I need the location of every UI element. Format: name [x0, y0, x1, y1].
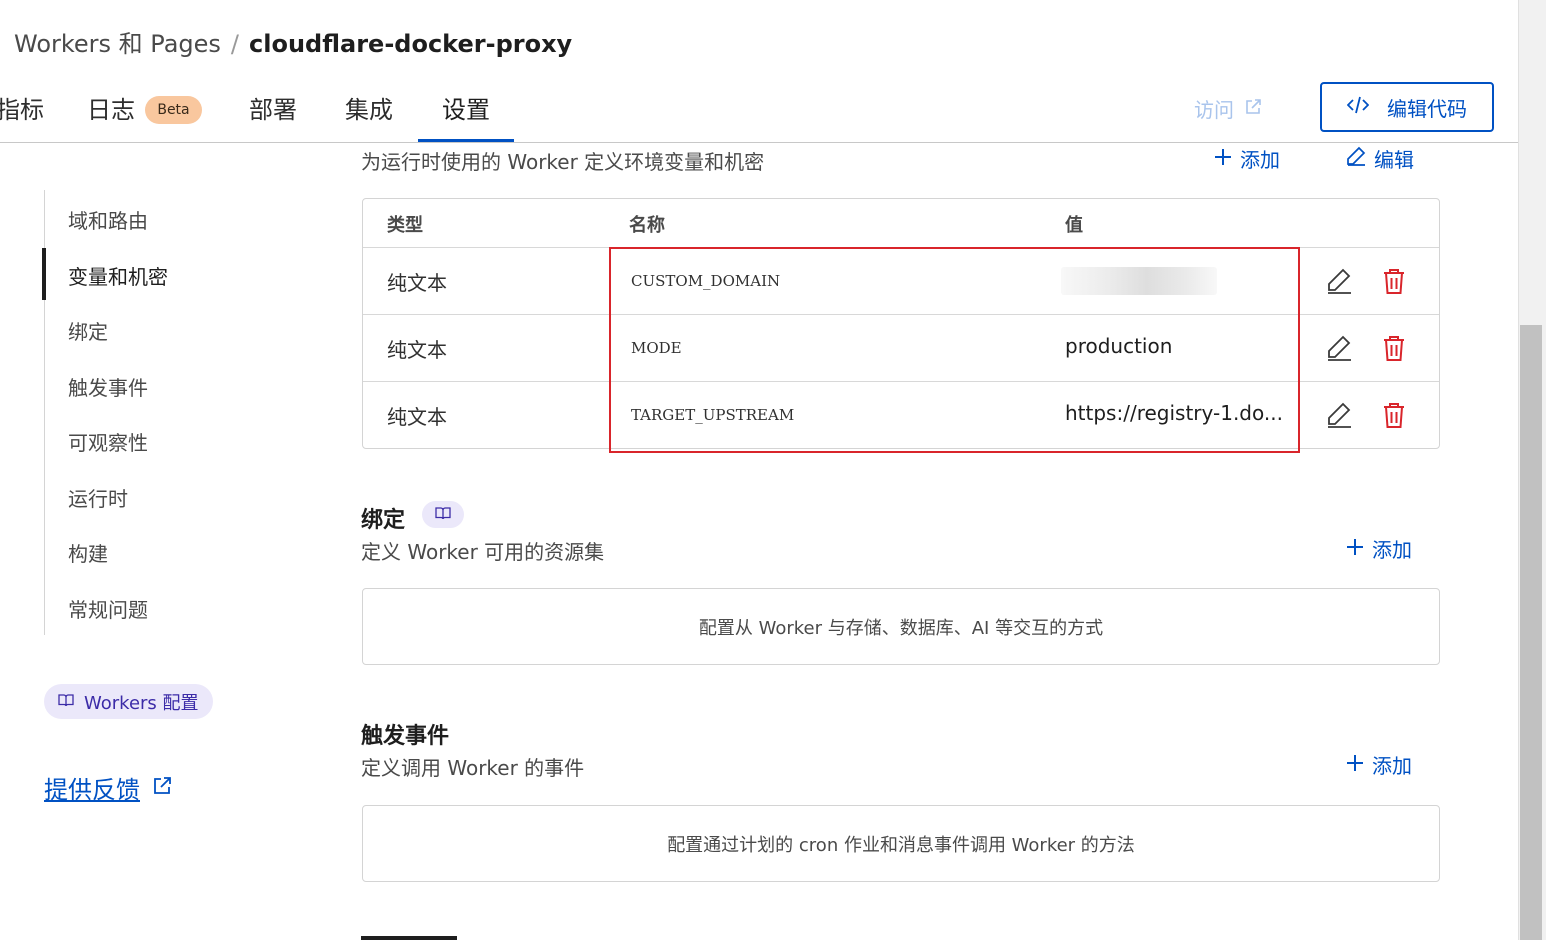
sidebar-item-general[interactable]: 常规问题 [68, 594, 148, 623]
sidebar-active-indicator [42, 248, 46, 300]
annotation-highlight-box [609, 247, 1300, 453]
triggers-add-button[interactable]: 添加 [1346, 750, 1412, 779]
sidebar-item-domains-routes[interactable]: 域和路由 [68, 205, 148, 234]
breadcrumb-parent[interactable]: Workers 和 Pages [14, 30, 221, 58]
variables-edit-label: 编辑 [1374, 148, 1414, 172]
tab-integrations[interactable]: 集成 [345, 90, 393, 125]
sidebar-item-triggers[interactable]: 触发事件 [68, 372, 148, 401]
workers-config-label: Workers 配置 [84, 692, 199, 714]
sidebar-item-bindings[interactable]: 绑定 [68, 316, 108, 345]
header-divider [0, 142, 1518, 143]
triggers-title: 触发事件 [361, 724, 450, 749]
variables-description: 为运行时使用的 Worker 定义环境变量和机密 [361, 150, 765, 174]
tab-logs[interactable]: 日志 [87, 90, 135, 125]
external-link-icon [1244, 97, 1262, 121]
tab-deployments[interactable]: 部署 [249, 90, 297, 125]
external-link-icon [152, 774, 172, 802]
bindings-description: 定义 Worker 可用的资源集 [361, 540, 605, 564]
row-delete-button[interactable] [1381, 267, 1407, 295]
bindings-empty-text: 配置从 Worker 与存储、数据库、AI 等交互的方式 [698, 617, 1104, 639]
next-section-title-peek [361, 930, 457, 940]
variable-type: 纯文本 [387, 338, 447, 362]
plus-icon [1214, 147, 1232, 171]
page-title: cloudflare-docker-proxy [249, 30, 573, 58]
triggers-empty-text: 配置通过计划的 cron 作业和消息事件调用 Worker 的方法 [667, 834, 1135, 856]
edit-code-button[interactable]: 编辑代码 [1320, 82, 1494, 132]
book-icon [435, 505, 451, 524]
variables-add-button[interactable]: 添加 [1214, 144, 1280, 173]
workers-config-link[interactable]: Workers 配置 [44, 684, 213, 719]
feedback-link[interactable]: 提供反馈 [44, 770, 172, 805]
triggers-empty-state: 配置通过计划的 cron 作业和消息事件调用 Worker 的方法 [362, 805, 1440, 882]
variables-edit-button[interactable]: 编辑 [1346, 144, 1414, 173]
docs-badge[interactable] [422, 501, 464, 528]
edit-code-label: 编辑代码 [1387, 96, 1467, 121]
triggers-description: 定义调用 Worker 的事件 [361, 756, 585, 780]
variable-type: 纯文本 [387, 271, 447, 295]
sidebar-item-variables-secrets[interactable]: 变量和机密 [68, 261, 168, 290]
bindings-add-button[interactable]: 添加 [1346, 534, 1412, 563]
row-edit-button[interactable] [1325, 401, 1353, 429]
row-edit-button[interactable] [1325, 334, 1353, 362]
plus-icon [1346, 753, 1364, 777]
scrollbar-thumb[interactable] [1520, 325, 1542, 940]
sidebar-item-runtime[interactable]: 运行时 [68, 483, 128, 512]
variable-type: 纯文本 [387, 405, 447, 429]
breadcrumb: Workers 和 Pages / cloudflare-docker-proxy [14, 24, 572, 59]
row-edit-button[interactable] [1325, 267, 1353, 295]
bindings-empty-state: 配置从 Worker 与存储、数据库、AI 等交互的方式 [362, 588, 1440, 665]
row-delete-button[interactable] [1381, 334, 1407, 362]
feedback-label: 提供反馈 [44, 776, 140, 804]
variables-add-label: 添加 [1240, 148, 1280, 172]
code-icon [1346, 95, 1370, 119]
tab-settings[interactable]: 设置 [442, 90, 490, 125]
visit-link[interactable]: 访问 [1194, 94, 1262, 123]
visit-label: 访问 [1194, 98, 1234, 122]
book-icon [58, 691, 74, 712]
column-header-name: 名称 [629, 215, 665, 236]
breadcrumb-separator: / [230, 30, 240, 58]
beta-badge: Beta [145, 96, 202, 124]
bindings-add-label: 添加 [1372, 538, 1412, 562]
sidebar-item-observability[interactable]: 可观察性 [68, 427, 148, 456]
plus-icon [1346, 537, 1364, 561]
column-header-value: 值 [1065, 215, 1083, 236]
sidebar-item-build[interactable]: 构建 [68, 538, 108, 567]
bindings-title: 绑定 [361, 508, 406, 533]
triggers-add-label: 添加 [1372, 754, 1412, 778]
pencil-icon [1346, 146, 1366, 171]
tab-metrics[interactable]: 指标 [0, 90, 44, 125]
column-header-type: 类型 [387, 215, 423, 236]
row-delete-button[interactable] [1381, 401, 1407, 429]
